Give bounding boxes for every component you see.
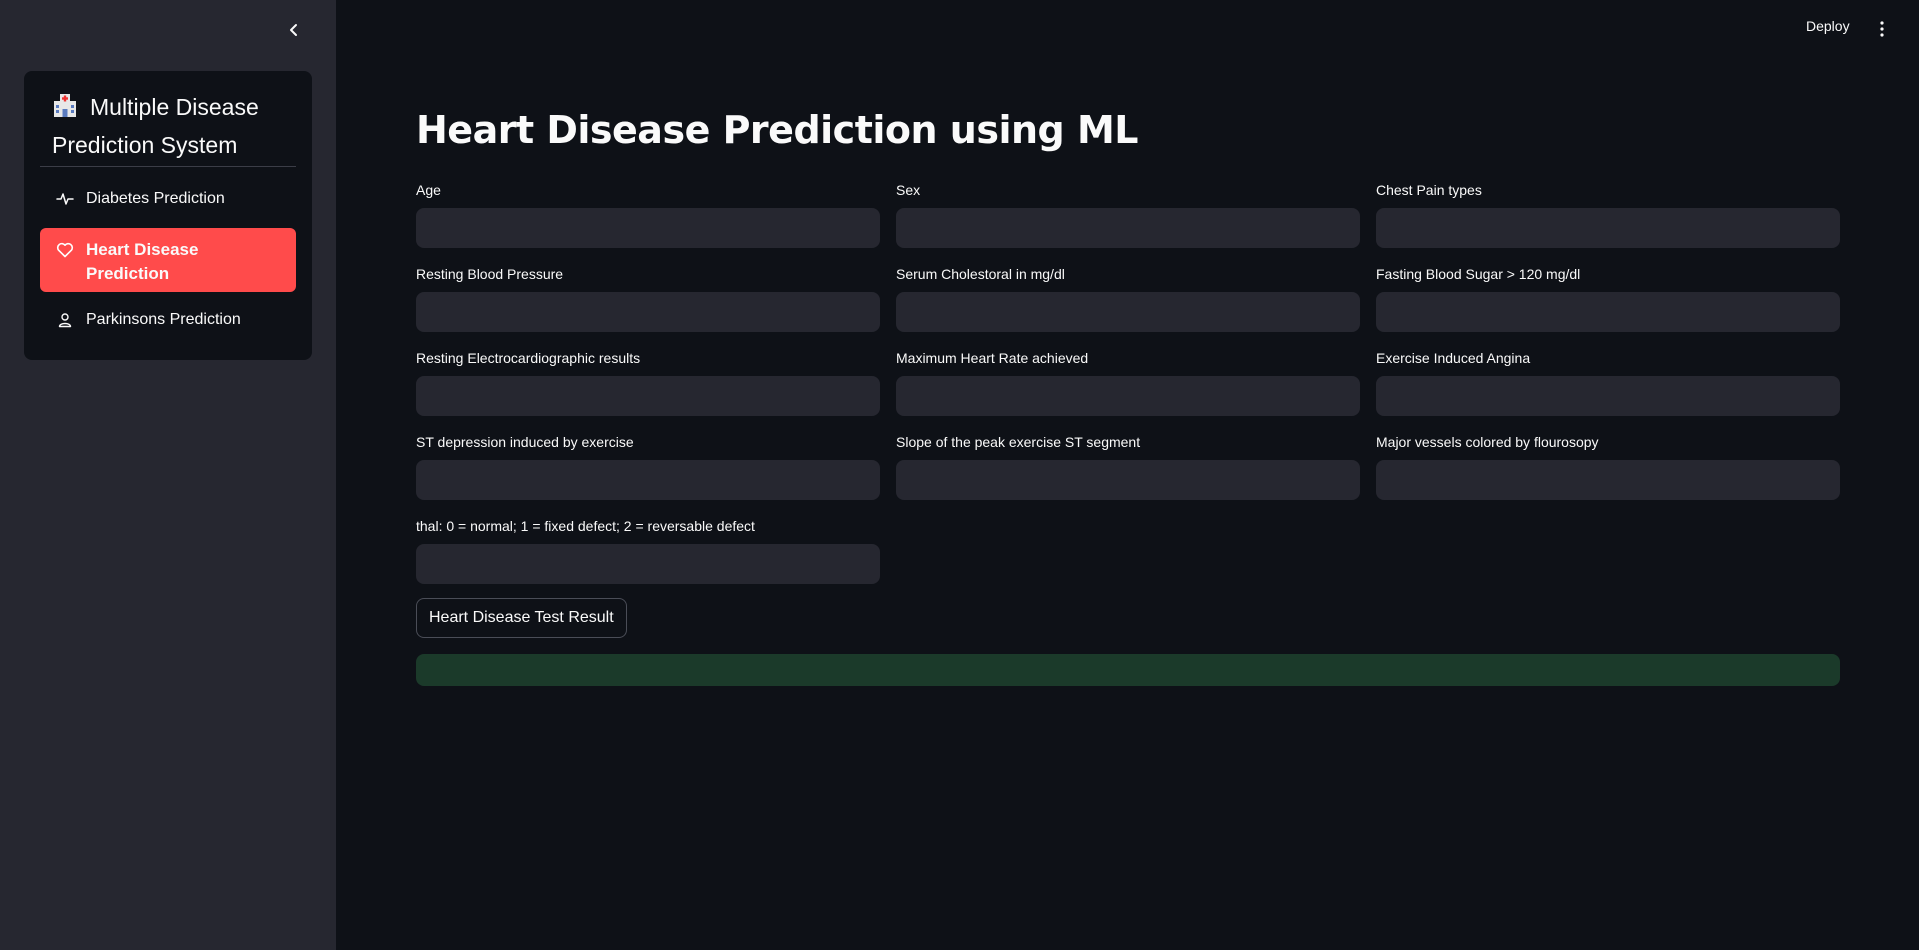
sex-input[interactable] — [896, 208, 1360, 248]
resting-ecg-input[interactable] — [416, 376, 880, 416]
resting-bp-field: Resting Blood Pressure — [416, 264, 880, 332]
main-menu-button[interactable] — [1874, 18, 1890, 40]
major-vessels-field: Major vessels colored by flourosopy — [1376, 432, 1840, 500]
thal-input[interactable] — [416, 544, 880, 584]
field-label: Major vessels colored by flourosopy — [1376, 434, 1599, 450]
menu-title: Multiple Disease Prediction System — [52, 89, 292, 163]
menu-title-text: Multiple Disease Prediction System — [52, 94, 259, 158]
field-label: Fasting Blood Sugar > 120 mg/dl — [1376, 266, 1581, 282]
success-result-box — [416, 654, 1840, 686]
max-heart-rate-field: Maximum Heart Rate achieved — [896, 348, 1360, 416]
fasting-sugar-field: Fasting Blood Sugar > 120 mg/dl — [1376, 264, 1840, 332]
exercise-angina-field: Exercise Induced Angina — [1376, 348, 1840, 416]
sidebar-item-label: Parkinsons Prediction — [86, 311, 241, 328]
field-label: Chest Pain types — [1376, 182, 1482, 198]
field-label: Exercise Induced Angina — [1376, 350, 1531, 366]
max-heart-rate-input[interactable] — [896, 376, 1360, 416]
resting-bp-input[interactable] — [416, 292, 880, 332]
field-label: Serum Cholestoral in mg/dl — [896, 266, 1065, 282]
sex-field: Sex — [896, 180, 1360, 248]
field-label: Resting Electrocardiographic results — [416, 350, 641, 366]
page-title: Heart Disease Prediction using ML — [416, 108, 1138, 152]
st-depression-field: ST depression induced by exercise — [416, 432, 880, 500]
sidebar-item-heart-disease[interactable]: Heart Disease Prediction — [40, 228, 296, 292]
field-label: Maximum Heart Rate achieved — [896, 350, 1089, 366]
sidebar-item-label: Diabetes Prediction — [86, 190, 225, 207]
cholesterol-field: Serum Cholestoral in mg/dl — [896, 264, 1360, 332]
age-field: Age — [416, 180, 880, 248]
major-vessels-input[interactable] — [1376, 460, 1840, 500]
age-input[interactable] — [416, 208, 880, 248]
thal-field: thal: 0 = normal; 1 = fixed defect; 2 = … — [416, 516, 880, 584]
field-label: Age — [416, 182, 441, 198]
cholesterol-input[interactable] — [896, 292, 1360, 332]
activity-icon — [56, 190, 74, 208]
menu-divider — [40, 166, 296, 167]
st-slope-field: Slope of the peak exercise ST segment — [896, 432, 1360, 500]
field-label: ST depression induced by exercise — [416, 434, 634, 450]
person-icon — [56, 311, 74, 329]
resting-ecg-field: Resting Electrocardiographic results — [416, 348, 880, 416]
collapse-sidebar-button[interactable] — [282, 18, 306, 42]
sidebar-item-parkinsons[interactable]: Parkinsons Prediction — [40, 296, 296, 344]
exercise-angina-input[interactable] — [1376, 376, 1840, 416]
st-slope-input[interactable] — [896, 460, 1360, 500]
option-menu: Multiple Disease Prediction System Diabe… — [24, 71, 312, 360]
st-depression-input[interactable] — [416, 460, 880, 500]
kebab-menu-icon — [1880, 21, 1884, 37]
chest-pain-field: Chest Pain types — [1376, 180, 1840, 248]
chest-pain-input[interactable] — [1376, 208, 1840, 248]
heart-icon — [56, 241, 74, 259]
field-label: Slope of the peak exercise ST segment — [896, 434, 1141, 450]
heart-disease-test-result-button[interactable]: Heart Disease Test Result — [416, 598, 627, 638]
field-label: thal: 0 = normal; 1 = fixed defect; 2 = … — [416, 518, 755, 534]
field-label: Resting Blood Pressure — [416, 266, 564, 282]
sidebar-item-diabetes[interactable]: Diabetes Prediction — [40, 175, 296, 223]
field-label: Sex — [896, 182, 921, 198]
chevron-left-icon — [290, 24, 297, 36]
sidebar-item-label: Heart Disease Prediction — [86, 240, 199, 283]
hospital-icon — [52, 91, 78, 127]
fasting-sugar-input[interactable] — [1376, 292, 1840, 332]
deploy-button[interactable]: Deploy — [1806, 18, 1850, 34]
sidebar: Multiple Disease Prediction System Diabe… — [0, 0, 336, 950]
